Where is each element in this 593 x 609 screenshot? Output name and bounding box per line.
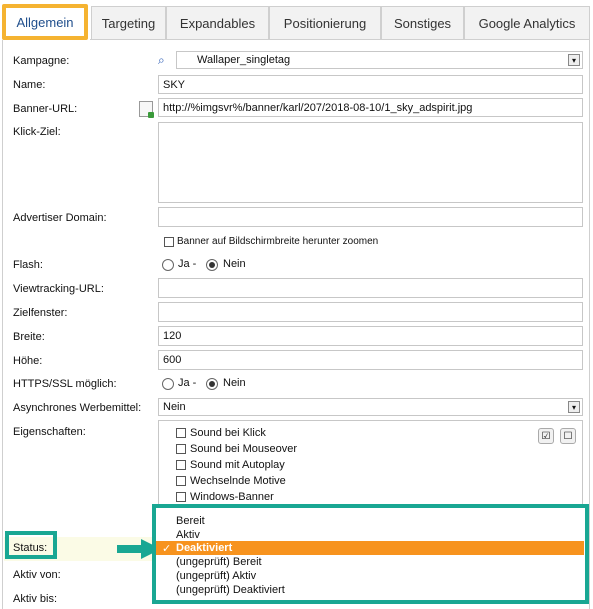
sound-klick-checkbox[interactable] bbox=[176, 428, 186, 438]
breite-input[interactable]: 120 bbox=[158, 326, 583, 346]
kampagne-label: Kampagne: bbox=[13, 55, 70, 67]
hoehe-input[interactable]: 600 bbox=[158, 350, 583, 370]
https-label: HTTPS/SSL möglich: bbox=[13, 378, 117, 390]
status-option-ungeprueft-aktiv[interactable]: (ungeprüft) Aktiv bbox=[176, 570, 256, 582]
wechselnde-motive-label: Wechselnde Motive bbox=[190, 475, 286, 487]
status-annotation-box bbox=[5, 531, 57, 559]
status-option-aktiv[interactable]: Aktiv bbox=[176, 529, 200, 541]
windows-banner-label: Windows-Banner bbox=[190, 491, 274, 503]
zoom-checkbox[interactable] bbox=[164, 237, 174, 247]
status-option-ungeprueft-deaktiviert[interactable]: (ungeprüft) Deaktiviert bbox=[176, 584, 285, 596]
flash-nein-radio[interactable] bbox=[206, 259, 218, 271]
zielfenster-label: Zielfenster: bbox=[13, 307, 68, 319]
chevron-down-icon: ▾ bbox=[568, 401, 580, 413]
flash-ja-radio[interactable] bbox=[162, 259, 174, 271]
flash-label: Flash: bbox=[13, 259, 43, 271]
viewtracking-label: Viewtracking-URL: bbox=[13, 283, 104, 295]
async-select[interactable]: Nein ▾ bbox=[158, 398, 583, 416]
hoehe-value: 600 bbox=[163, 354, 182, 366]
zielfenster-input[interactable] bbox=[158, 302, 583, 322]
tab-label: Sonstiges bbox=[393, 16, 452, 31]
tab-google-analytics[interactable]: Google Analytics bbox=[464, 6, 590, 40]
breite-value: 120 bbox=[163, 330, 182, 342]
aktiv-von-label: Aktiv von: bbox=[13, 569, 61, 581]
https-nein-label: Nein bbox=[223, 377, 246, 389]
advertiser-domain-input[interactable] bbox=[158, 207, 583, 227]
tab-positionierung[interactable]: Positionierung bbox=[269, 6, 381, 40]
sound-autoplay-label: Sound mit Autoplay bbox=[190, 459, 285, 471]
kampagne-value: Wallaper_singletag bbox=[197, 54, 291, 66]
tab-label: Targeting bbox=[101, 16, 156, 31]
flash-ja-label: Ja - bbox=[178, 258, 197, 270]
uncheck-all-icon[interactable]: ☐ bbox=[560, 428, 576, 444]
file-upload-icon[interactable] bbox=[139, 101, 154, 118]
klick-ziel-label: Klick-Ziel: bbox=[13, 126, 61, 138]
checkmark-icon: ✓ bbox=[162, 543, 172, 555]
tab-sonstiges[interactable]: Sonstiges bbox=[381, 6, 464, 40]
name-label: Name: bbox=[13, 79, 46, 91]
tab-allgemein[interactable]: Allgemein bbox=[2, 4, 88, 40]
name-value: SKY bbox=[163, 78, 186, 91]
tab-targeting[interactable]: Targeting bbox=[91, 6, 166, 40]
search-icon[interactable]: ⌕ bbox=[158, 53, 176, 69]
sound-klick-label: Sound bei Klick bbox=[190, 427, 266, 439]
flash-nein-label: Nein bbox=[223, 258, 246, 270]
sound-mouseover-label: Sound bei Mouseover bbox=[190, 443, 298, 455]
chevron-down-icon: ▾ bbox=[568, 54, 580, 66]
status-option-ungeprueft-bereit[interactable]: (ungeprüft) Bereit bbox=[176, 556, 262, 568]
eigenschaften-label: Eigenschaften: bbox=[13, 426, 86, 438]
aktiv-bis-label: Aktiv bis: bbox=[13, 593, 58, 605]
klick-ziel-textarea[interactable] bbox=[158, 122, 583, 203]
https-ja-label: Ja - bbox=[178, 377, 197, 389]
tab-label: Expandables bbox=[179, 16, 256, 31]
async-value: Nein bbox=[163, 401, 186, 413]
https-ja-radio[interactable] bbox=[162, 378, 174, 390]
banner-url-label: Banner-URL: bbox=[13, 103, 78, 115]
sound-mouseover-checkbox[interactable] bbox=[176, 444, 186, 454]
banner-url-value: http://%imgsvr%/banner/karl/207/2018-08-… bbox=[163, 101, 473, 114]
status-option-deaktiviert[interactable]: Deaktiviert bbox=[176, 542, 232, 554]
https-nein-radio[interactable] bbox=[206, 378, 218, 390]
name-input[interactable]: SKY bbox=[158, 75, 583, 94]
tab-bar: Allgemein Targeting Expandables Position… bbox=[0, 0, 593, 44]
zoom-checkbox-label: Banner auf Bildschirmbreite herunter zoo… bbox=[177, 236, 379, 247]
check-all-icon[interactable]: ☑ bbox=[538, 428, 554, 444]
tab-label: Positionierung bbox=[283, 16, 367, 31]
status-option-bereit[interactable]: Bereit bbox=[176, 515, 205, 527]
tab-label: Google Analytics bbox=[478, 16, 576, 31]
async-label: Asynchrones Werbemittel: bbox=[13, 402, 142, 414]
wechselnde-motive-checkbox[interactable] bbox=[176, 476, 186, 486]
windows-banner-checkbox[interactable] bbox=[176, 492, 186, 502]
tab-label: Allgemein bbox=[16, 14, 74, 30]
advertiser-domain-label: Advertiser Domain: bbox=[13, 212, 107, 224]
banner-url-input[interactable]: http://%imgsvr%/banner/karl/207/2018-08-… bbox=[158, 98, 583, 117]
tab-expandables[interactable]: Expandables bbox=[166, 6, 269, 40]
kampagne-select[interactable]: Wallaper_singletag ▾ bbox=[176, 51, 583, 69]
viewtracking-input[interactable] bbox=[158, 278, 583, 298]
sound-autoplay-checkbox[interactable] bbox=[176, 460, 186, 470]
breite-label: Breite: bbox=[13, 331, 45, 343]
hoehe-label: Höhe: bbox=[13, 355, 43, 367]
